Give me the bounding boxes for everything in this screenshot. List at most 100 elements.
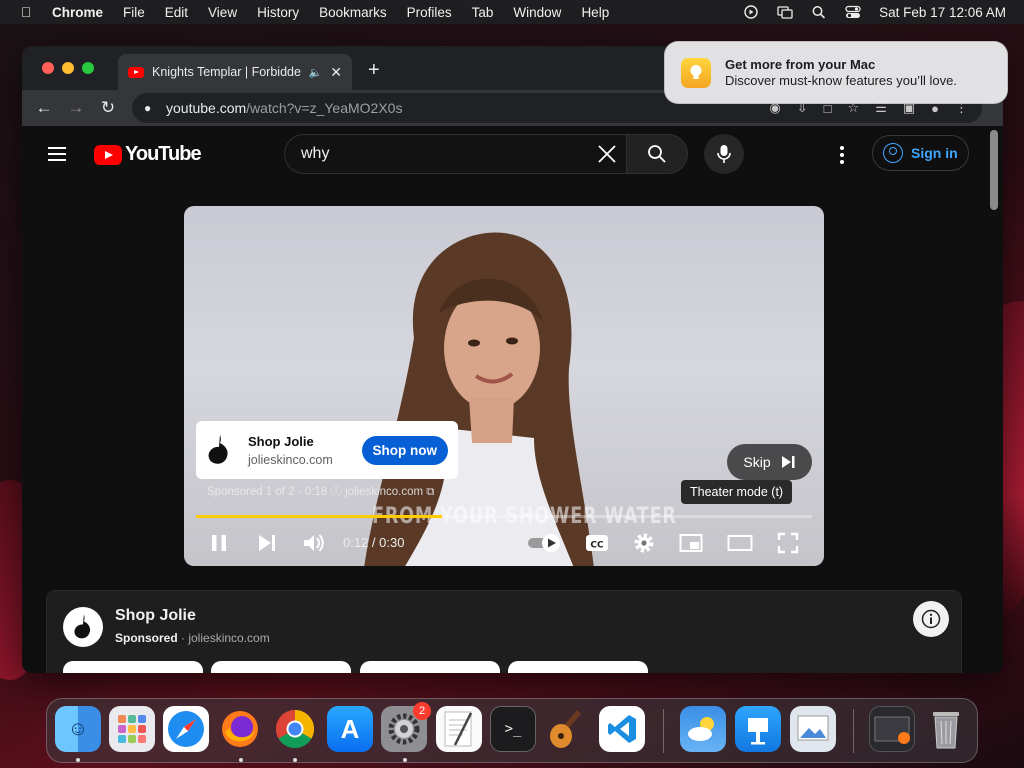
system-settings-icon[interactable]: 2 — [381, 702, 431, 752]
textedit-icon[interactable] — [436, 706, 482, 752]
menubar-clock[interactable]: Sat Feb 17 12:06 AM — [879, 5, 1006, 20]
dock-separator — [663, 709, 664, 753]
youtube-header: YouTube why Sign in — [22, 126, 1003, 182]
screen-mirroring-icon[interactable] — [777, 5, 793, 19]
forward-icon[interactable]: → — [60, 98, 92, 118]
garageband-icon[interactable] — [544, 706, 590, 752]
menu-edit[interactable]: Edit — [165, 5, 188, 20]
running-indicator — [239, 758, 243, 762]
youtube-play-icon — [94, 144, 122, 165]
page-scrollbar[interactable] — [990, 130, 998, 210]
chrome-window: Knights Templar | Forbidde 🔈 ✕ + ← → ↻ ●… — [22, 46, 1003, 673]
back-icon[interactable]: ← — [28, 98, 60, 118]
ad-panel-subtitle: Sponsored · jolieskinco.com — [115, 631, 270, 645]
preview-icon[interactable] — [790, 706, 836, 752]
notification-title: Get more from your Mac — [725, 57, 876, 72]
firefox-icon[interactable] — [217, 706, 263, 752]
skip-next-icon — [781, 456, 795, 468]
menu-bookmarks[interactable]: Bookmarks — [319, 5, 387, 20]
youtube-logo[interactable]: YouTube — [94, 143, 202, 166]
svg-text:CC: CC — [590, 541, 604, 551]
ad-info-button[interactable] — [913, 601, 949, 637]
pause-icon[interactable] — [208, 532, 230, 554]
chrome-icon[interactable] — [272, 706, 318, 752]
ad-overlay-card[interactable]: Shop Jolie jolieskinco.com Shop now — [196, 421, 458, 479]
youtube-favicon-icon — [128, 66, 144, 78]
guide-menu-icon[interactable] — [48, 147, 66, 165]
theater-mode-icon[interactable] — [727, 532, 753, 554]
settings-kebab-icon[interactable] — [840, 146, 844, 167]
menu-tab[interactable]: Tab — [472, 5, 494, 20]
tab-title: Knights Templar | Forbidde — [152, 65, 301, 79]
minimize-window-button[interactable] — [62, 62, 74, 74]
ad-panel-title[interactable]: Shop Jolie — [115, 607, 196, 625]
fullscreen-window-button[interactable] — [82, 62, 94, 74]
safari-icon[interactable] — [163, 706, 209, 752]
menu-app-name[interactable]: Chrome — [52, 5, 103, 20]
search-icon — [648, 145, 666, 163]
skip-label: Skip — [743, 454, 771, 470]
weather-icon[interactable] — [680, 706, 726, 752]
url-path: /watch?v=z_YeaMO2X0s — [246, 100, 403, 116]
ad-companion-panel[interactable]: Shop Jolie Sponsored · jolieskinco.com — [46, 590, 962, 673]
settings-badge: 2 — [413, 702, 431, 720]
menu-view[interactable]: View — [208, 5, 237, 20]
volume-icon[interactable] — [302, 532, 326, 554]
skip-ad-button[interactable]: Skip — [727, 444, 812, 480]
captions-icon[interactable]: CC — [585, 532, 609, 554]
spotlight-search-icon[interactable] — [811, 5, 827, 19]
close-window-button[interactable] — [42, 62, 54, 74]
finder-icon[interactable]: ☺ — [55, 706, 101, 752]
vscode-icon[interactable] — [599, 706, 645, 752]
ad-product-card[interactable] — [63, 661, 203, 673]
clear-search-icon[interactable] — [596, 143, 618, 165]
youtube-page: YouTube why Sign in Shop Jolie jolieskin… — [22, 126, 1003, 673]
launchpad-icon[interactable] — [109, 706, 155, 752]
url-host: youtube.com — [166, 100, 247, 116]
keynote-icon[interactable] — [735, 706, 781, 752]
shop-now-button[interactable]: Shop now — [361, 435, 448, 465]
theater-mode-tooltip: Theater mode (t) — [681, 480, 793, 504]
sign-in-button[interactable]: Sign in — [872, 135, 969, 171]
site-info-icon[interactable]: ● — [144, 101, 158, 115]
browser-tab-active[interactable]: Knights Templar | Forbidde 🔈 ✕ — [118, 54, 352, 90]
search-input[interactable]: why — [284, 134, 626, 174]
menu-file[interactable]: File — [123, 5, 145, 20]
new-tab-button[interactable]: + — [368, 60, 380, 80]
sponsored-label[interactable]: Sponsored 1 of 2 · 0:18 ⓘ jolieskinco.co… — [207, 483, 434, 499]
trash-icon[interactable] — [923, 706, 969, 752]
control-center-icon[interactable] — [845, 5, 861, 19]
ad-domain: jolieskinco.com — [248, 452, 333, 467]
fullscreen-icon[interactable] — [777, 532, 799, 554]
youtube-logo-text: YouTube — [125, 143, 202, 165]
miniplayer-icon[interactable] — [679, 532, 703, 554]
tab-close-icon[interactable]: ✕ — [330, 64, 342, 81]
menu-history[interactable]: History — [257, 5, 299, 20]
tab-audio-icon[interactable]: 🔈 — [309, 66, 323, 79]
jolie-logo-icon — [63, 607, 103, 647]
downloads-stack-icon[interactable] — [869, 706, 915, 752]
reload-icon[interactable]: ↻ — [92, 98, 124, 118]
app-store-icon[interactable]: A — [327, 706, 373, 752]
settings-gear-icon[interactable] — [633, 532, 655, 554]
video-player[interactable]: Shop Jolie jolieskinco.com Shop now Spon… — [184, 206, 824, 566]
menu-bar:  Chrome File Edit View History Bookmark… — [0, 0, 1024, 24]
running-indicator — [293, 758, 297, 762]
now-playing-icon[interactable] — [743, 5, 759, 19]
ad-product-card[interactable] — [211, 661, 351, 673]
menu-window[interactable]: Window — [513, 5, 561, 20]
search-button[interactable] — [626, 134, 688, 174]
voice-search-button[interactable] — [704, 134, 744, 174]
menu-help[interactable]: Help — [581, 5, 609, 20]
menu-profiles[interactable]: Profiles — [407, 5, 452, 20]
ad-product-card[interactable] — [360, 661, 500, 673]
lightbulb-tips-icon — [681, 57, 711, 88]
apple-menu-icon[interactable]:  — [18, 4, 34, 20]
terminal-icon[interactable]: >_ — [490, 706, 536, 752]
next-video-icon[interactable] — [256, 532, 278, 554]
autoplay-toggle-icon[interactable] — [527, 532, 563, 554]
ad-product-card[interactable] — [508, 661, 648, 673]
notification-banner[interactable]: Get more from your Mac Discover must-kno… — [664, 41, 1008, 104]
progress-bar[interactable] — [196, 515, 812, 518]
window-controls — [42, 62, 94, 74]
